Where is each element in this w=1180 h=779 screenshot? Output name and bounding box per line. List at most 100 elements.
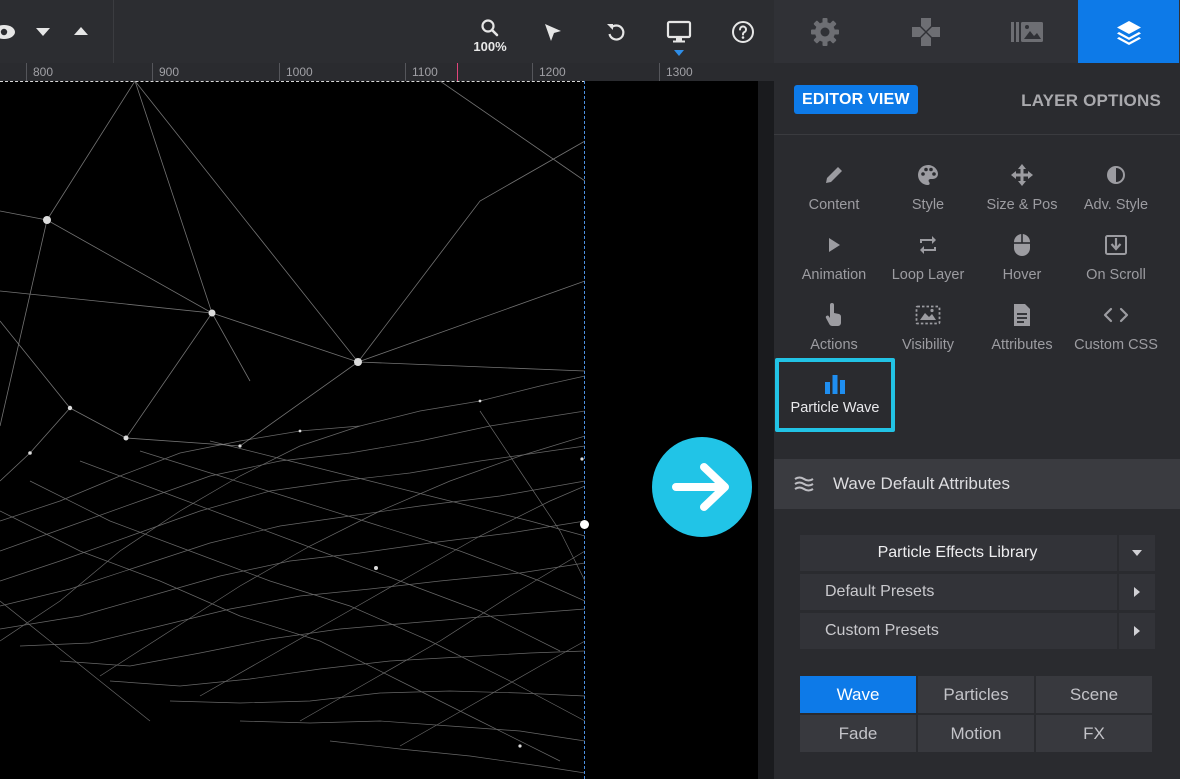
panel-tabs	[774, 0, 1180, 63]
option-style[interactable]: Style	[881, 160, 975, 226]
ruler-tick	[405, 63, 406, 81]
contrast-icon	[1107, 166, 1125, 184]
zoom-control[interactable]: 100%	[468, 18, 512, 54]
ruler-tick	[279, 63, 280, 81]
custom-presets-expand[interactable]	[1117, 613, 1155, 649]
zoom-icon	[468, 18, 512, 38]
layers-icon	[1116, 20, 1141, 45]
ruler-label: 1200	[539, 65, 566, 79]
hand-pointer-icon	[825, 303, 842, 326]
top-toolbar: 100%	[0, 0, 774, 63]
view-toggle-bar: EDITOR VIEW LAYER OPTIONS	[774, 63, 1180, 135]
selection-right-border	[584, 81, 585, 779]
option-actions[interactable]: Actions	[787, 300, 881, 366]
option-label: Custom CSS	[1074, 337, 1158, 353]
segment-scene[interactable]: Scene	[1036, 676, 1152, 713]
section-header[interactable]: Wave Default Attributes	[774, 459, 1180, 509]
ruler-tick	[532, 63, 533, 81]
arrow-right-icon	[672, 463, 729, 511]
option-hover[interactable]: Hover	[975, 230, 1069, 296]
ruler-tick	[26, 63, 27, 81]
caret-right-icon	[1134, 626, 1140, 636]
library-dropdown-button[interactable]	[1117, 535, 1155, 571]
visibility-icon	[915, 305, 941, 325]
tab-library[interactable]	[976, 0, 1077, 63]
loop-icon	[920, 236, 936, 254]
option-size-pos[interactable]: Size & Pos	[975, 160, 1069, 226]
segment-fx[interactable]: FX	[1036, 715, 1152, 752]
default-presets-item[interactable]: Default Presets	[800, 574, 1155, 610]
option-label: Size & Pos	[986, 197, 1058, 213]
ruler-label: 800	[33, 65, 54, 79]
option-label: Adv. Style	[1083, 197, 1149, 213]
move-icon	[1011, 164, 1033, 186]
section-title: Wave Default Attributes	[833, 474, 1011, 493]
segment-fade[interactable]: Fade	[800, 715, 916, 752]
toolbar-separator	[113, 0, 114, 63]
option-label: Animation	[801, 267, 867, 283]
document-icon	[1014, 304, 1030, 326]
eye-icon[interactable]	[0, 22, 16, 42]
option-custom-css[interactable]: Custom CSS	[1069, 300, 1163, 366]
gear-icon	[810, 17, 839, 46]
ruler-label: 1100	[412, 65, 438, 79]
editor-view-button[interactable]: EDITOR VIEW	[794, 85, 918, 114]
option-label: Attributes	[991, 337, 1053, 353]
chevron-down-icon[interactable]	[33, 25, 53, 39]
caret-down-icon	[1132, 550, 1142, 556]
ruler-label: 1000	[286, 65, 313, 79]
ruler-label: 900	[159, 65, 180, 79]
resize-handle[interactable]	[580, 520, 589, 529]
play-icon	[829, 238, 840, 252]
pointer-icon[interactable]	[540, 20, 566, 46]
segment-motion[interactable]: Motion	[918, 715, 1034, 752]
option-label: Actions	[810, 337, 858, 353]
default-presets-expand[interactable]	[1117, 574, 1155, 610]
option-adv-style[interactable]: Adv. Style	[1069, 160, 1163, 226]
zoom-label: 100%	[473, 39, 507, 54]
ruler-tick	[152, 63, 153, 81]
option-loop-layer[interactable]: Loop Layer	[881, 230, 975, 296]
option-animation[interactable]: Animation	[787, 230, 881, 296]
default-presets-label: Default Presets	[825, 583, 935, 600]
segment-particles[interactable]: Particles	[918, 676, 1034, 713]
caret-right-icon	[1134, 587, 1140, 597]
library-icon	[1010, 21, 1043, 42]
selection-top-border	[0, 81, 585, 82]
ruler-label: 1300	[666, 65, 693, 79]
option-label: Hover	[1002, 267, 1042, 283]
next-arrow-button[interactable]	[652, 437, 752, 537]
option-attributes[interactable]: Attributes	[975, 300, 1069, 366]
horizontal-ruler: 800 900 1000 1100 1200 1300	[0, 63, 774, 81]
chevron-up-icon[interactable]	[71, 24, 91, 38]
waves-icon	[794, 475, 814, 493]
custom-presets-label: Custom Presets	[825, 622, 939, 639]
particle-effects-library-dropdown[interactable]: Particle Effects Library	[800, 535, 1155, 571]
ruler-position-marker	[457, 63, 458, 81]
gamepad-icon	[911, 17, 940, 46]
device-active-caret	[674, 50, 684, 56]
code-icon	[1103, 307, 1129, 323]
layer-options-button[interactable]: LAYER OPTIONS	[1021, 91, 1161, 111]
option-label: Content	[808, 197, 860, 213]
layer-settings-panel: EDITOR VIEW LAYER OPTIONS Content Style …	[774, 0, 1180, 779]
option-label: Particle Wave	[790, 400, 880, 416]
help-icon[interactable]	[730, 19, 756, 45]
ruler-tick	[659, 63, 660, 81]
library-title: Particle Effects Library	[877, 544, 1038, 561]
segment-wave[interactable]: Wave	[800, 676, 916, 713]
palette-icon	[918, 165, 938, 185]
tab-navigation[interactable]	[875, 0, 976, 63]
custom-presets-item[interactable]: Custom Presets	[800, 613, 1155, 649]
undo-icon[interactable]	[603, 19, 629, 45]
tab-settings[interactable]	[774, 0, 875, 63]
option-content[interactable]: Content	[787, 160, 881, 226]
editor-canvas[interactable]	[0, 81, 774, 779]
canvas-edge	[758, 81, 774, 779]
option-particle-wave[interactable]: Particle Wave	[775, 358, 895, 432]
desktop-icon[interactable]	[665, 19, 693, 45]
option-label: Loop Layer	[891, 267, 965, 283]
option-visibility[interactable]: Visibility	[881, 300, 975, 366]
tab-layers[interactable]	[1078, 0, 1179, 63]
option-on-scroll[interactable]: On Scroll	[1069, 230, 1163, 296]
